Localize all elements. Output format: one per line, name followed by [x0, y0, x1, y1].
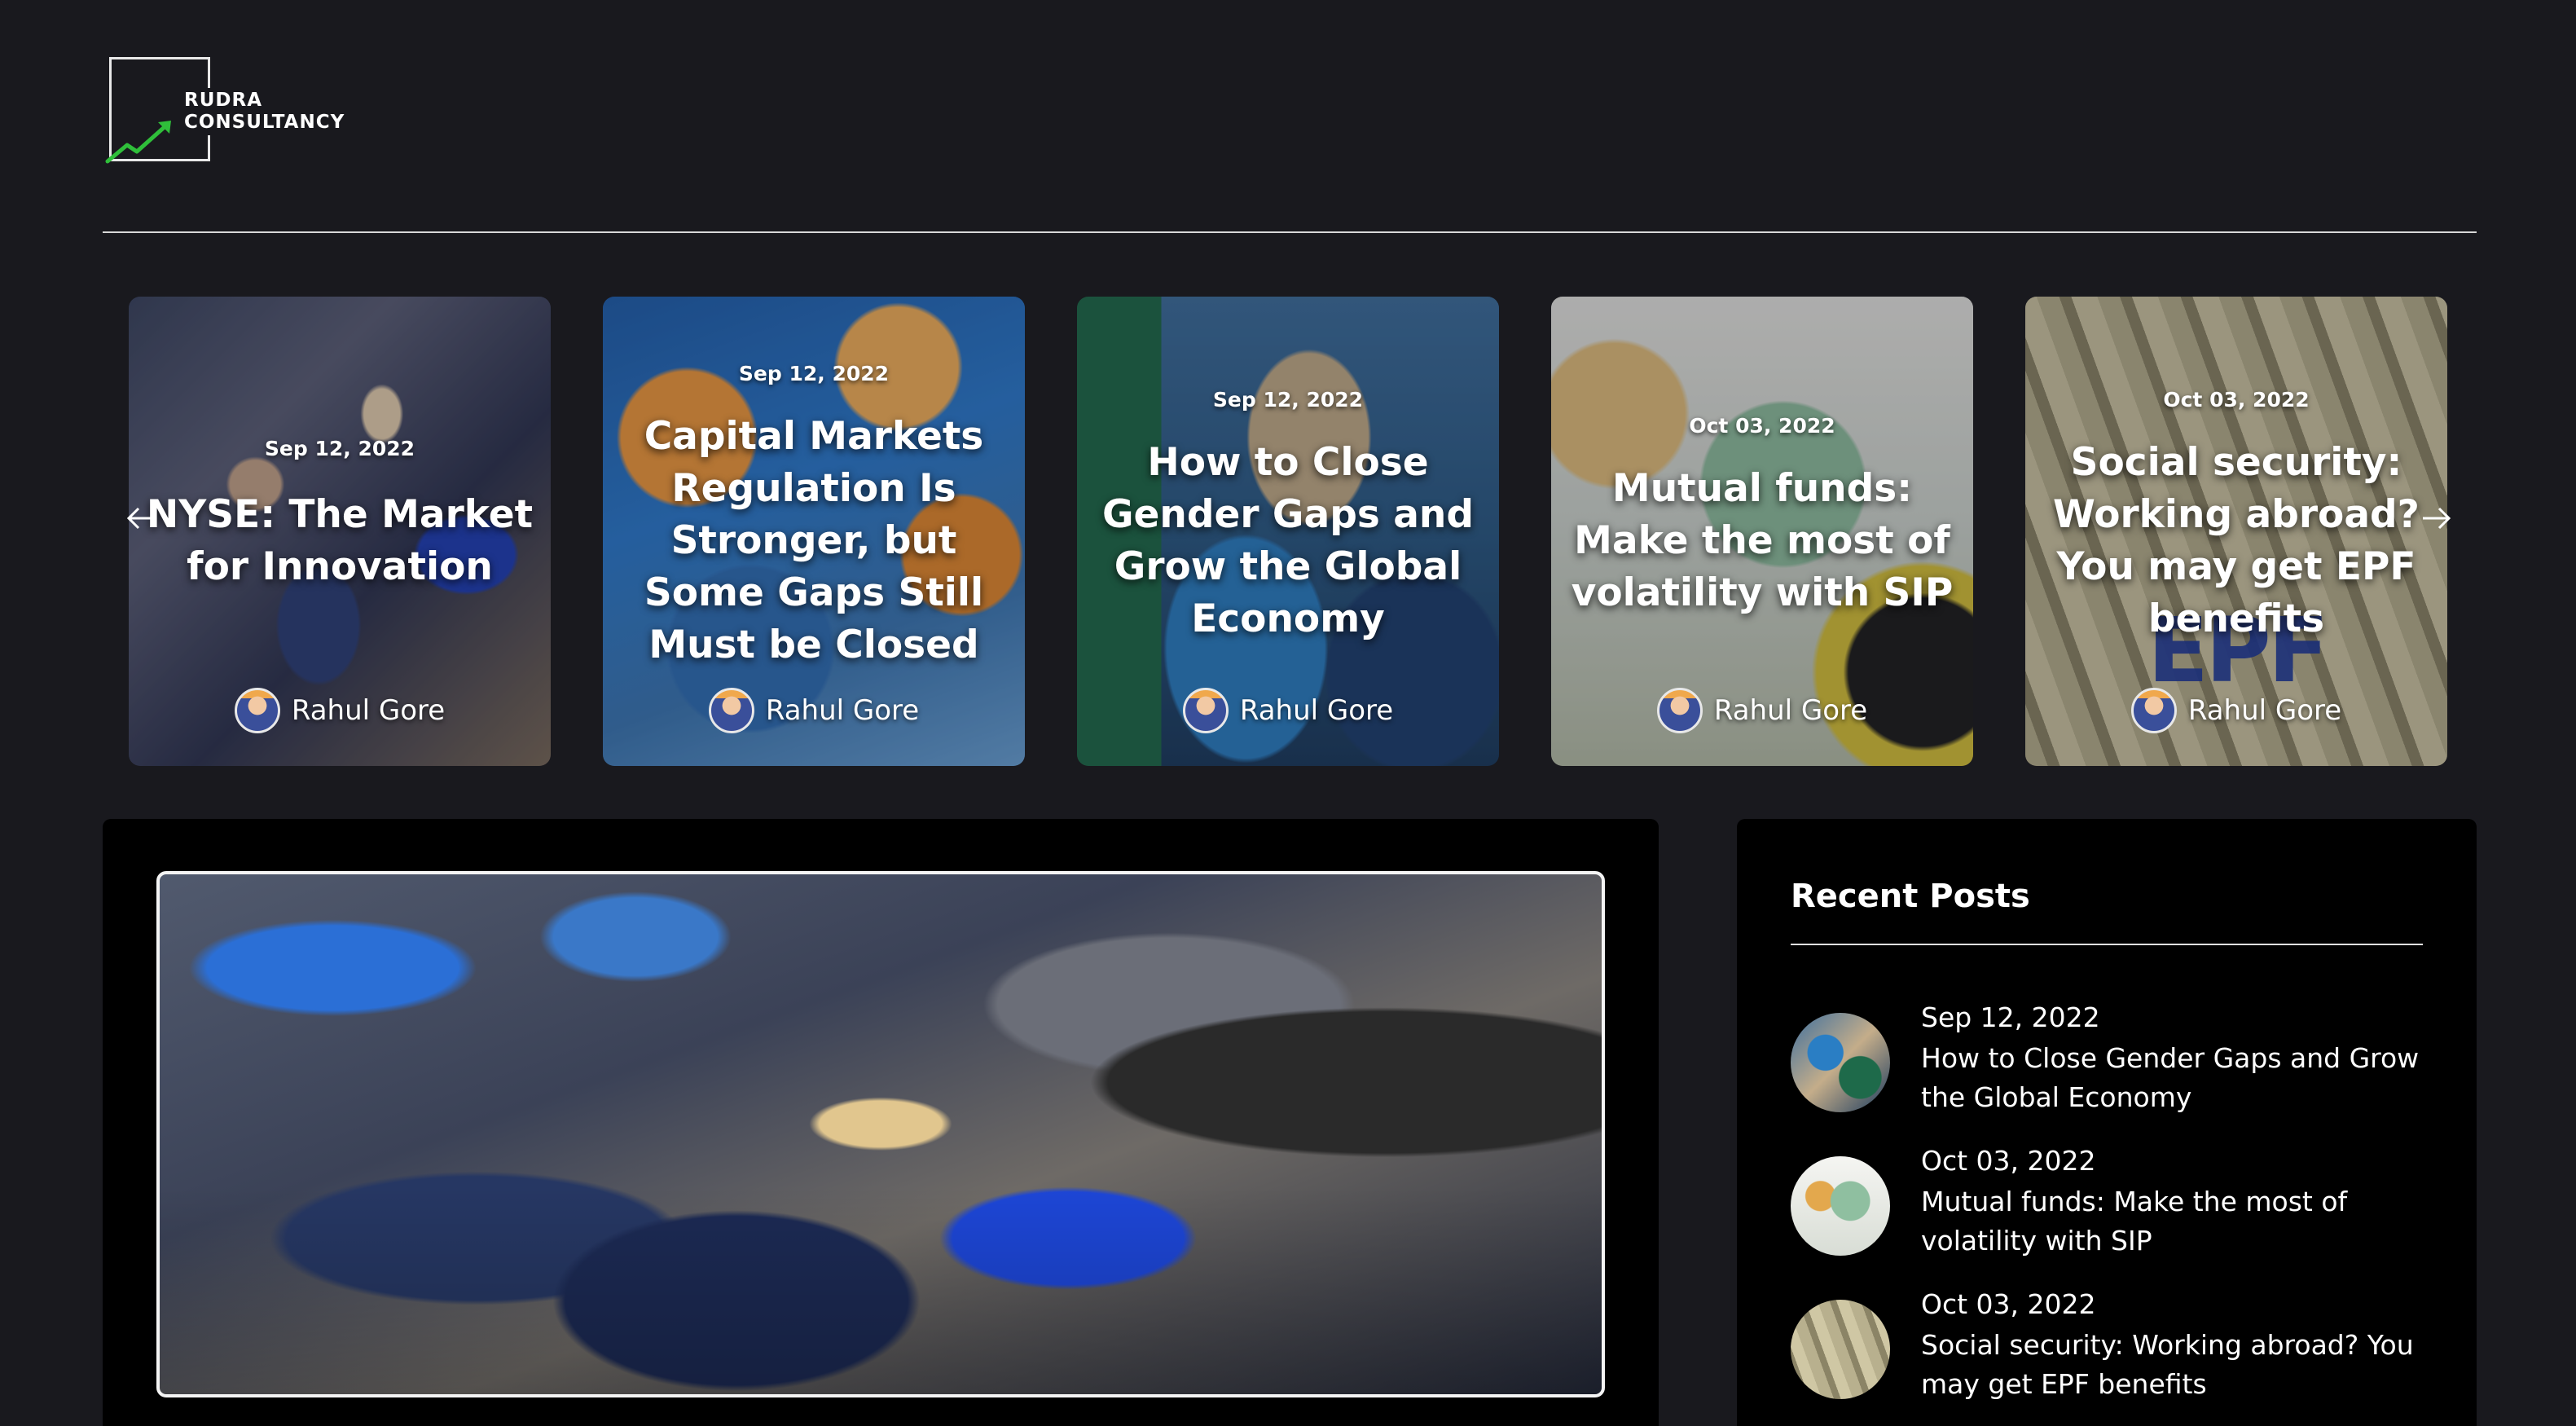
- arrow-right-icon[interactable]: [2420, 502, 2452, 535]
- carousel-card[interactable]: EPF Oct 03, 2022 Social security: Workin…: [2025, 297, 2447, 766]
- card-title[interactable]: Capital Markets Regulation Is Stronger, …: [618, 411, 1010, 671]
- main-content-panel: [103, 819, 1659, 1426]
- logo-line-1: RUDRA: [184, 90, 262, 111]
- card-content: Sep 12, 2022 How to Close Gender Gaps an…: [1077, 297, 1499, 766]
- card-content: Oct 03, 2022 Social security: Working ab…: [2025, 297, 2447, 766]
- card-author[interactable]: Rahul Gore: [1077, 688, 1499, 733]
- site-logo[interactable]: RUDRA CONSULTANCY: [105, 57, 370, 165]
- card-date: Sep 12, 2022: [738, 362, 890, 385]
- card-content: Sep 12, 2022 Capital Markets Regulation …: [603, 297, 1025, 766]
- post-thumbnail[interactable]: [1791, 1156, 1890, 1256]
- carousel-card[interactable]: Sep 12, 2022 NYSE: The Market for Innova…: [129, 297, 551, 766]
- card-date: Oct 03, 2022: [1689, 414, 1835, 438]
- author-avatar: [1182, 688, 1229, 733]
- carousel-card[interactable]: Sep 12, 2022 Capital Markets Regulation …: [603, 297, 1025, 766]
- card-date: Sep 12, 2022: [1212, 388, 1364, 412]
- post-thumbnail[interactable]: [1791, 1300, 1890, 1399]
- card-author[interactable]: Rahul Gore: [2025, 688, 2447, 733]
- post-title-link[interactable]: Social security: Working abroad? You may…: [1921, 1326, 2426, 1404]
- author-name: Rahul Gore: [291, 694, 446, 727]
- post-thumbnail[interactable]: [1791, 1013, 1890, 1112]
- arrow-left-icon[interactable]: [125, 502, 158, 535]
- card-content: Oct 03, 2022 Mutual funds: Make the most…: [1551, 297, 1973, 766]
- post-title-link[interactable]: Mutual funds: Make the most of volatilit…: [1921, 1182, 2426, 1261]
- recent-post-item[interactable]: Sep 12, 2022 How to Close Gender Gaps an…: [1791, 1001, 2423, 1113]
- sidebar-divider: [1791, 944, 2423, 945]
- recent-posts-sidebar: Recent Posts Sep 12, 2022 How to Close G…: [1737, 819, 2477, 1426]
- recent-post-item[interactable]: Oct 03, 2022 Mutual funds: Make the most…: [1791, 1145, 2423, 1257]
- author-name: Rahul Gore: [1239, 694, 1394, 727]
- author-avatar: [234, 688, 280, 733]
- sidebar-title: Recent Posts: [1791, 878, 2030, 915]
- card-title[interactable]: NYSE: The Market for Innovation: [132, 489, 547, 593]
- page: RUDRA CONSULTANCY Sep 12, 2022 NYSE: The…: [0, 0, 2576, 1426]
- featured-post-image[interactable]: [156, 871, 1605, 1397]
- card-author[interactable]: Rahul Gore: [603, 688, 1025, 733]
- card-title[interactable]: Mutual funds: Make the most of volatilit…: [1566, 463, 1958, 619]
- card-title[interactable]: Social security: Working abroad? You may…: [2040, 437, 2433, 645]
- header-divider: [103, 231, 2477, 233]
- carousel-card[interactable]: Oct 03, 2022 Mutual funds: Make the most…: [1551, 297, 1973, 766]
- card-date: Sep 12, 2022: [264, 437, 415, 460]
- author-name: Rahul Gore: [765, 694, 920, 727]
- card-author[interactable]: Rahul Gore: [129, 688, 551, 733]
- recent-post-item[interactable]: Oct 03, 2022 Social security: Working ab…: [1791, 1288, 2423, 1400]
- author-avatar: [708, 688, 754, 733]
- card-date: Oct 03, 2022: [2163, 388, 2310, 412]
- post-date: Oct 03, 2022: [1921, 1145, 2096, 1177]
- carousel-card[interactable]: Sep 12, 2022 How to Close Gender Gaps an…: [1077, 297, 1499, 766]
- post-carousel: Sep 12, 2022 NYSE: The Market for Innova…: [126, 297, 2452, 766]
- post-title-link[interactable]: How to Close Gender Gaps and Grow the Gl…: [1921, 1039, 2426, 1117]
- trend-up-arrow-icon: [105, 121, 171, 164]
- logo-line-2: CONSULTANCY: [184, 112, 345, 133]
- post-date: Oct 03, 2022: [1921, 1288, 2096, 1320]
- card-author[interactable]: Rahul Gore: [1551, 688, 1973, 733]
- image-shade: [160, 874, 1602, 1394]
- author-avatar: [1656, 688, 1703, 733]
- author-avatar: [2130, 688, 2177, 733]
- logo-wordmark: RUDRA CONSULTANCY: [181, 88, 350, 135]
- post-date: Sep 12, 2022: [1921, 1001, 2100, 1033]
- author-name: Rahul Gore: [1713, 694, 1868, 727]
- card-content: Sep 12, 2022 NYSE: The Market for Innova…: [129, 297, 551, 766]
- author-name: Rahul Gore: [2187, 694, 2342, 727]
- card-title[interactable]: How to Close Gender Gaps and Grow the Gl…: [1092, 437, 1484, 645]
